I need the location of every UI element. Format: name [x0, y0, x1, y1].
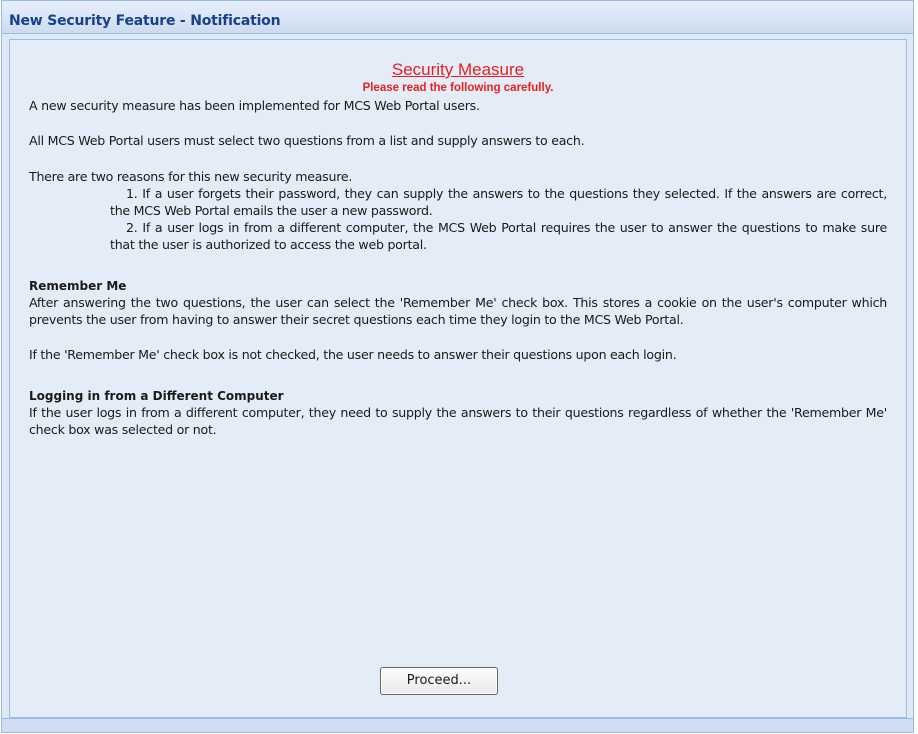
window-title: New Security Feature - Notification: [9, 13, 281, 29]
different-computer-title: Logging in from a Different Computer: [29, 389, 284, 403]
reason-item-2: 2. If a user logs in from a different co…: [110, 220, 887, 252]
reasons-list: 1. If a user forgets their password, the…: [29, 185, 887, 253]
remember-me-title: Remember Me: [29, 279, 127, 293]
security-heading: Security Measure: [391, 60, 525, 79]
reason-item-1: 1. If a user forgets their password, the…: [110, 186, 887, 218]
requirement-paragraph: All MCS Web Portal users must select two…: [29, 133, 585, 148]
notification-body: Security Measure Please read the followi…: [9, 39, 907, 718]
remember-me-unchecked-text: If the 'Remember Me' check box is not ch…: [29, 347, 677, 362]
proceed-button[interactable]: Proceed...: [380, 667, 498, 695]
different-computer-text: If the user logs in from a different com…: [29, 405, 887, 437]
remember-me-text: After answering the two questions, the u…: [29, 295, 887, 327]
window-footer-bar: [2, 718, 913, 732]
window-titlebar: New Security Feature - Notification: [2, 1, 913, 34]
security-subheading: Please read the following carefully.: [362, 82, 554, 94]
notification-window: New Security Feature - Notification Secu…: [1, 0, 914, 733]
intro-paragraph: A new security measure has been implemen…: [29, 98, 480, 113]
reasons-intro: There are two reasons for this new secur…: [29, 169, 353, 184]
